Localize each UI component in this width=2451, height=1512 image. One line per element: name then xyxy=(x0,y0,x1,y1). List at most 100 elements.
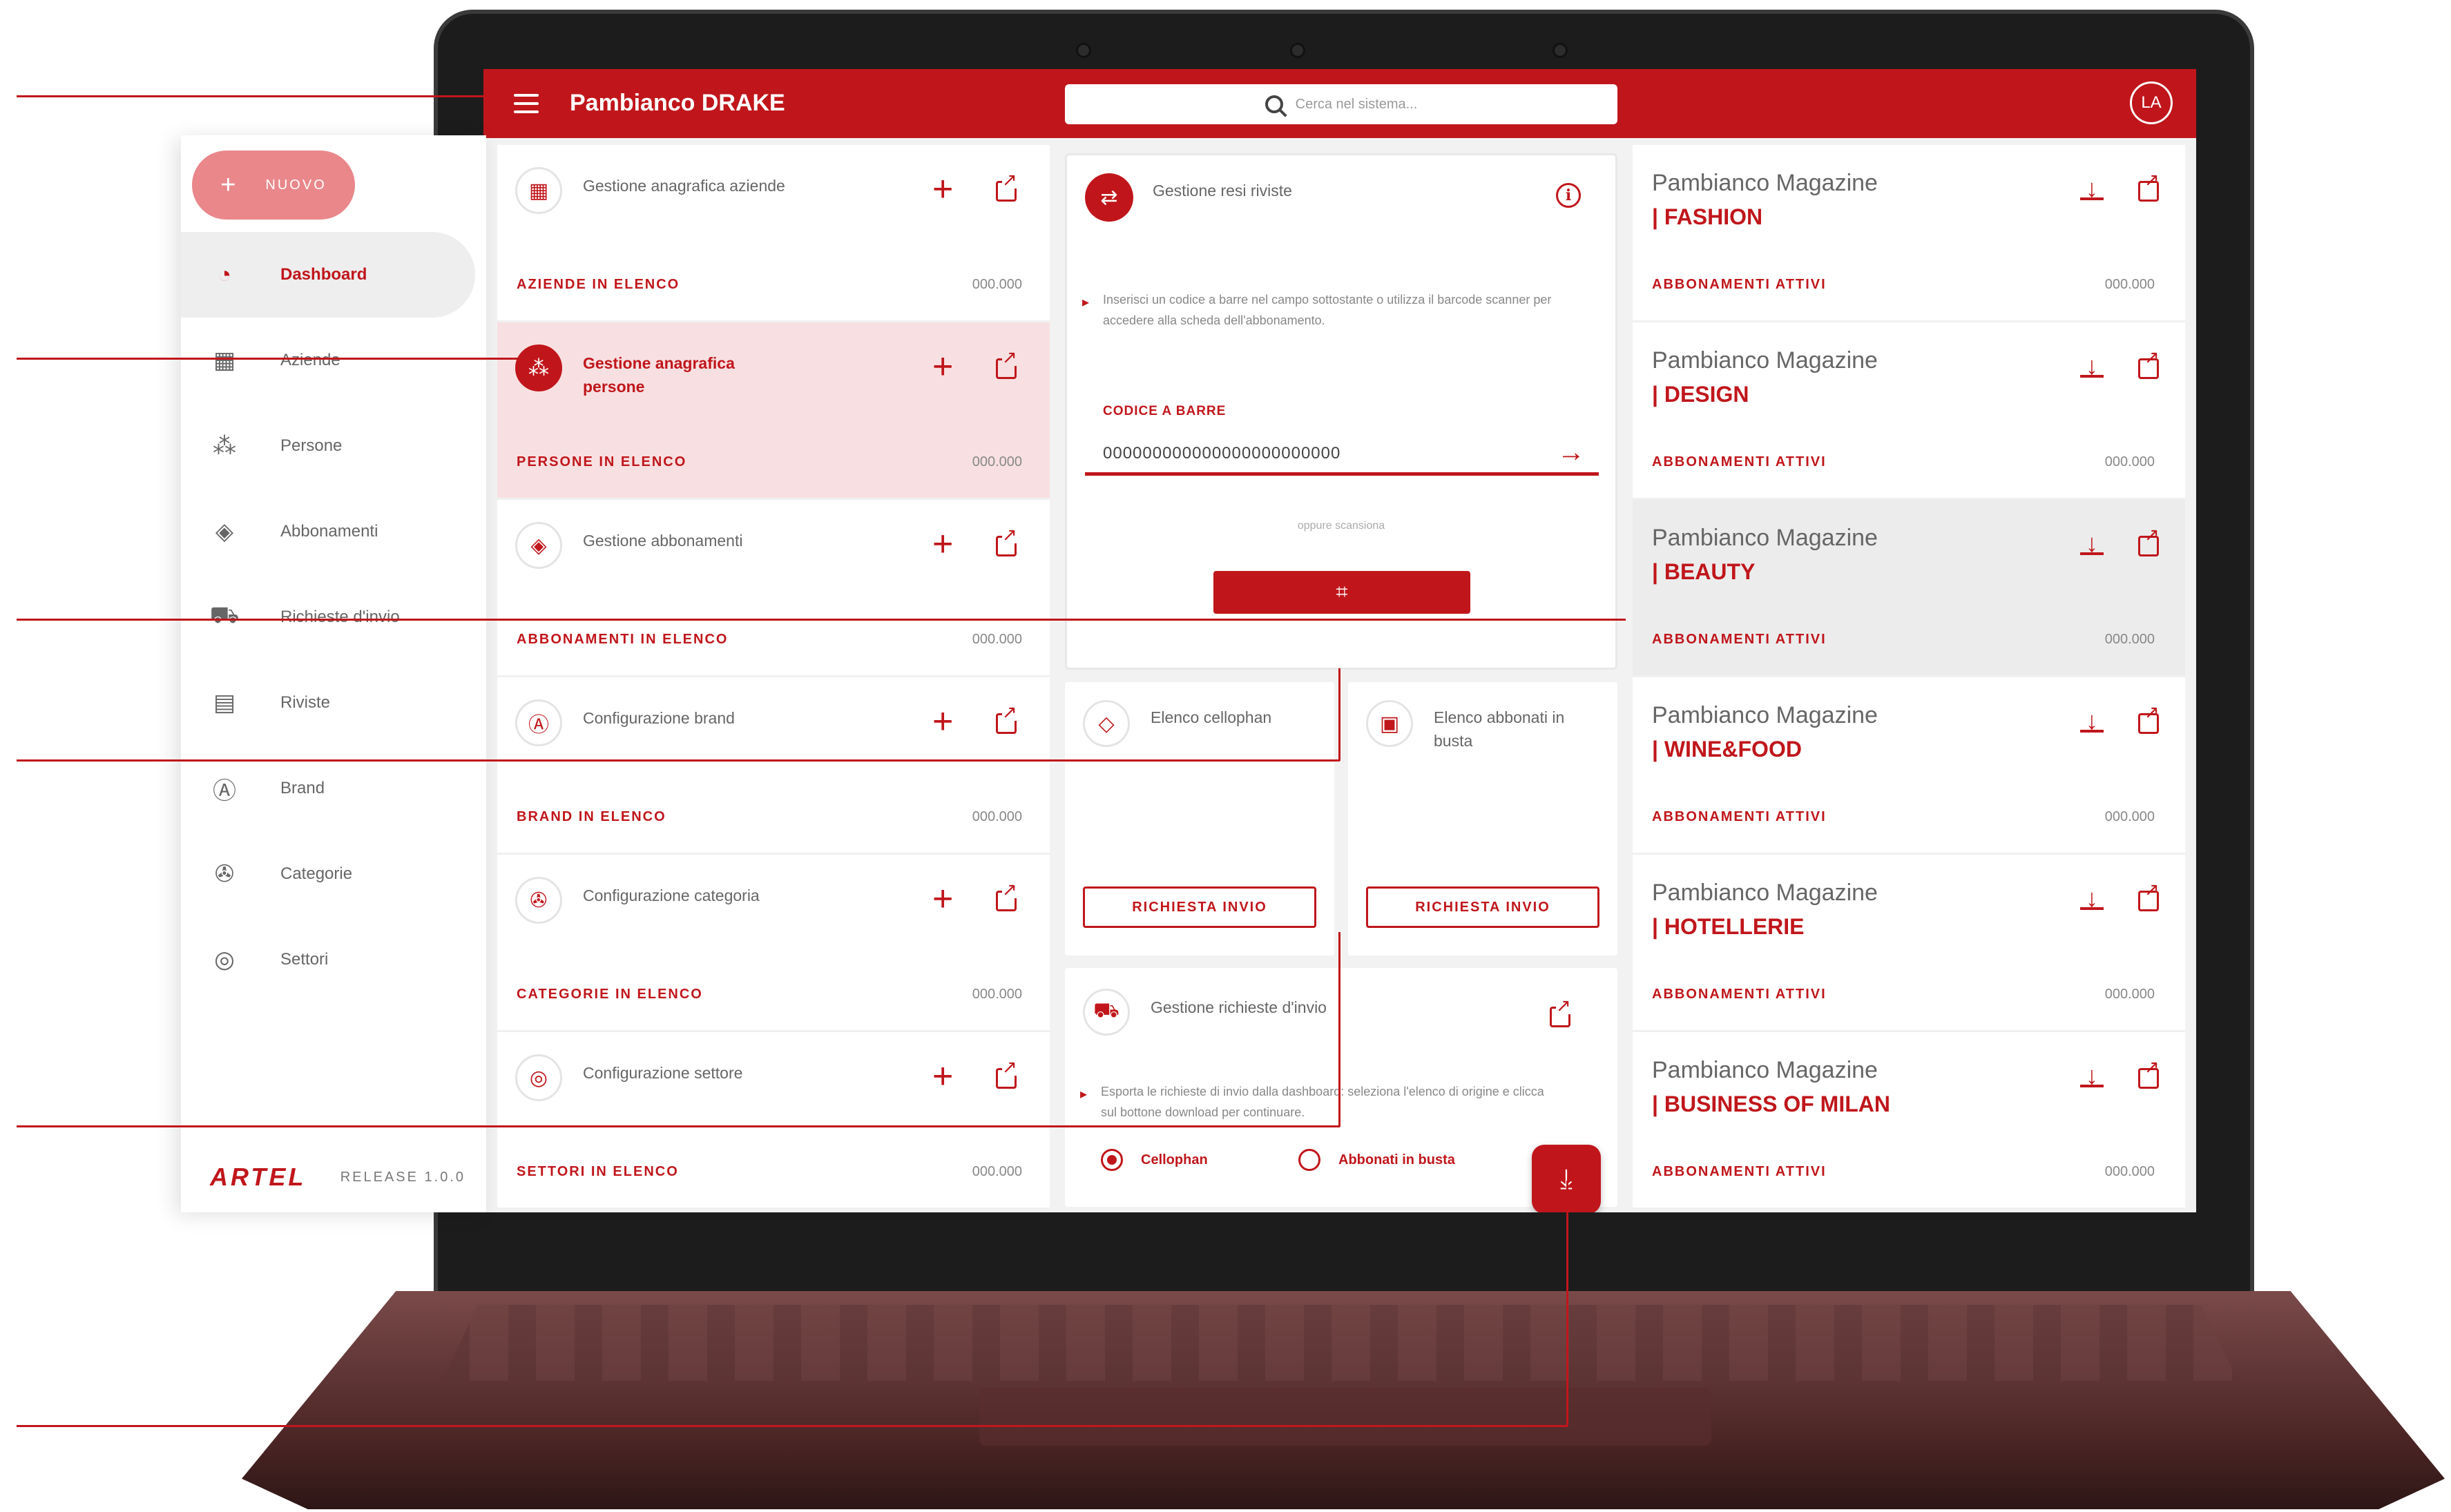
laptop-trackpad xyxy=(979,1388,1711,1446)
laptop-keyboard xyxy=(442,1305,2238,1381)
management-card[interactable]: ▦ Gestione anagrafica aziende + AZIENDE IN … xyxy=(497,145,1050,322)
barcode-input[interactable]: 000000000000000000000000 → xyxy=(1085,437,1599,476)
barcode-scan-icon: ⌗ xyxy=(1336,581,1348,603)
category-icon: ✇ xyxy=(214,861,235,887)
external-link-icon[interactable] xyxy=(2138,171,2160,202)
management-card[interactable]: ⁂ Gestione anagrafica persone + PERSONE IN … xyxy=(497,322,1050,500)
download-icon[interactable]: ↓ xyxy=(2080,708,2104,733)
magazine-footer: ABBONAMENTI ATTIVI 000.000 xyxy=(1652,632,2155,648)
management-card[interactable]: ◈ Gestione abbonamenti + ABBONAMENTI IN ELE… xyxy=(497,500,1050,677)
download-icon[interactable]: ↓ xyxy=(2080,886,2104,911)
magazine-footer: ABBONAMENTI ATTIVI 000.000 xyxy=(1652,1164,2155,1180)
add-icon[interactable]: + xyxy=(932,704,953,739)
card-footer-label: ABBONAMENTI IN ELENCO xyxy=(517,632,729,647)
magazine-card[interactable]: Pambianco Magazine | BEAUTY ↓ ABBONAMENTI A… xyxy=(1633,500,2185,677)
external-link-icon[interactable] xyxy=(2138,348,2160,379)
magazine-card[interactable]: Pambianco Magazine | FASHION ↓ ABBONAMENTI … xyxy=(1633,145,2185,322)
add-icon[interactable]: + xyxy=(932,1058,953,1094)
management-card[interactable]: ◎ Configurazione settore + SETTORI IN ELENC… xyxy=(497,1032,1050,1210)
info-icon[interactable]: i xyxy=(1556,183,1581,208)
sidebar-item-settori[interactable]: ◎ Settori xyxy=(181,917,486,1002)
resi-card: ⇄ Gestione resi riviste i Inserisci un c… xyxy=(1065,153,1617,670)
radio-cellophan[interactable]: Cellophan xyxy=(1101,1149,1208,1171)
card-title: Gestione anagrafica persone xyxy=(583,354,735,396)
magazine-footer-label: ABBONAMENTI ATTIVI xyxy=(1652,1164,1827,1179)
camera-dot xyxy=(1076,43,1091,58)
download-icon[interactable]: ↓ xyxy=(2080,353,2104,378)
add-icon[interactable]: + xyxy=(932,349,953,385)
sidebar-item-persone[interactable]: ⁂ Persone xyxy=(181,403,486,489)
richieste-card: ⛟ Gestione richieste d'invio Esporta le … xyxy=(1065,968,1617,1212)
richiesta-invio-button[interactable]: RICHIESTA INVIO xyxy=(1083,886,1316,928)
external-link-icon[interactable] xyxy=(996,525,1017,556)
app-title: Pambianco DRAKE xyxy=(570,90,785,116)
sidebar-item-abbonamenti[interactable]: ◈ Abbonamenti xyxy=(181,489,486,574)
magazine-section: | HOTELLERIE xyxy=(1652,914,1805,939)
richiesta-invio-button[interactable]: RICHIESTA INVIO xyxy=(1366,886,1599,928)
annotation-line xyxy=(17,759,1340,762)
external-link-icon[interactable] xyxy=(2138,880,2160,911)
sidebar-item-label: Aziende xyxy=(280,351,340,369)
user-avatar[interactable]: LA xyxy=(2130,81,2173,124)
external-link-icon[interactable] xyxy=(996,880,1017,911)
card-title: Configurazione brand xyxy=(583,709,735,727)
external-link-icon[interactable] xyxy=(996,171,1017,202)
magazine-card[interactable]: Pambianco Magazine | HOTELLERIE ↓ ABBONAMEN… xyxy=(1633,855,2185,1032)
external-link-icon[interactable] xyxy=(2138,703,2160,734)
sidebar-item-aziende[interactable]: ▦ Aziende xyxy=(181,318,486,403)
annotation-line xyxy=(1338,932,1340,1127)
magazine-count: 000.000 xyxy=(2104,1164,2155,1179)
sidebar-item-richieste-d-invio[interactable]: ⛟ Richieste d'invio xyxy=(181,574,486,660)
add-icon[interactable]: + xyxy=(932,881,953,917)
card-footer-label: BRAND IN ELENCO xyxy=(517,809,666,824)
magazine-card[interactable]: Pambianco Magazine | BUSINESS OF MILAN ↓ AB… xyxy=(1633,1032,2185,1210)
magazine-name: Pambianco Magazine xyxy=(1652,1057,1878,1083)
magazine-footer: ABBONAMENTI ATTIVI 000.000 xyxy=(1652,809,2155,825)
magazine-count: 000.000 xyxy=(2104,454,2155,469)
management-card[interactable]: ✇ Configurazione categoria + CATEGORIE IN E… xyxy=(497,855,1050,1032)
card-count: 000.000 xyxy=(972,277,1022,292)
hamburger-menu-icon[interactable] xyxy=(514,91,539,116)
sidebar-item-brand[interactable]: Ⓐ Brand xyxy=(181,746,486,831)
management-card[interactable]: Ⓐ Configurazione brand + BRAND IN ELENCO 000… xyxy=(497,677,1050,855)
brand-icon: Ⓐ xyxy=(515,699,562,746)
people-icon: ⁂ xyxy=(515,345,562,391)
radio-button xyxy=(1298,1149,1320,1171)
search-input[interactable]: Cerca nel sistema... xyxy=(1065,84,1617,124)
scan-barcode-button[interactable]: ⌗ xyxy=(1213,571,1470,614)
magazine-card[interactable]: Pambianco Magazine | WINE&FOOD ↓ ABBONAMENT… xyxy=(1633,677,2185,855)
external-link-icon[interactable] xyxy=(996,703,1017,734)
richieste-title: Gestione richieste d'invio xyxy=(1151,998,1327,1016)
external-link-icon[interactable] xyxy=(2138,1058,2160,1089)
add-icon[interactable]: + xyxy=(932,526,953,562)
truck-icon: ⛟ xyxy=(209,602,240,628)
magazine-footer-label: ABBONAMENTI ATTIVI xyxy=(1652,632,1827,647)
radio-abbonati-busta[interactable]: Abbonati in busta xyxy=(1298,1149,1455,1171)
elenco-card: ◇ Elenco cellophan RICHIESTA INVIO xyxy=(1065,682,1334,956)
magazine-name: Pambianco Magazine xyxy=(1652,880,1878,906)
envelope-icon: ▣ xyxy=(1366,700,1413,747)
magazine-name: Pambianco Magazine xyxy=(1652,702,1878,728)
add-icon[interactable]: + xyxy=(932,171,953,207)
subscription-icon: ◈ xyxy=(515,522,562,569)
magazine-name: Pambianco Magazine xyxy=(1652,347,1878,374)
sidebar-item-riviste[interactable]: ▤ Riviste xyxy=(181,660,486,746)
magazine-footer: ABBONAMENTI ATTIVI 000.000 xyxy=(1652,277,2155,293)
card-footer: PERSONE IN ELENCO 000.000 xyxy=(517,454,1022,470)
external-link-icon[interactable] xyxy=(996,1058,1017,1089)
card-footer-label: CATEGORIE IN ELENCO xyxy=(517,987,703,1002)
release-version: RELEASE 1.0.0 xyxy=(340,1169,465,1185)
sidebar-item-dashboard[interactable]: ◔ Dashboard xyxy=(181,232,475,318)
download-icon[interactable]: ↓ xyxy=(2080,176,2104,201)
download-icon[interactable]: ↓ xyxy=(2080,1063,2104,1088)
external-link-icon[interactable] xyxy=(2138,525,2160,556)
sidebar-item-categorie[interactable]: ✇ Categorie xyxy=(181,831,486,917)
external-link-icon[interactable] xyxy=(1550,996,1571,1027)
external-link-icon[interactable] xyxy=(996,348,1017,379)
magazine-section: | DESIGN xyxy=(1652,382,1749,407)
new-button[interactable]: + NUOVO xyxy=(192,151,355,220)
sidebar-nav: ◔ Dashboard ▦ Aziende ⁂ Persone ◈ Abbonamenti ⛟ R… xyxy=(181,232,486,1002)
magazine-card[interactable]: Pambianco Magazine | DESIGN ↓ ABBONAMENTI A… xyxy=(1633,322,2185,500)
download-icon[interactable]: ↓ xyxy=(2080,531,2104,556)
arrow-right-icon[interactable]: → xyxy=(1557,437,1585,468)
